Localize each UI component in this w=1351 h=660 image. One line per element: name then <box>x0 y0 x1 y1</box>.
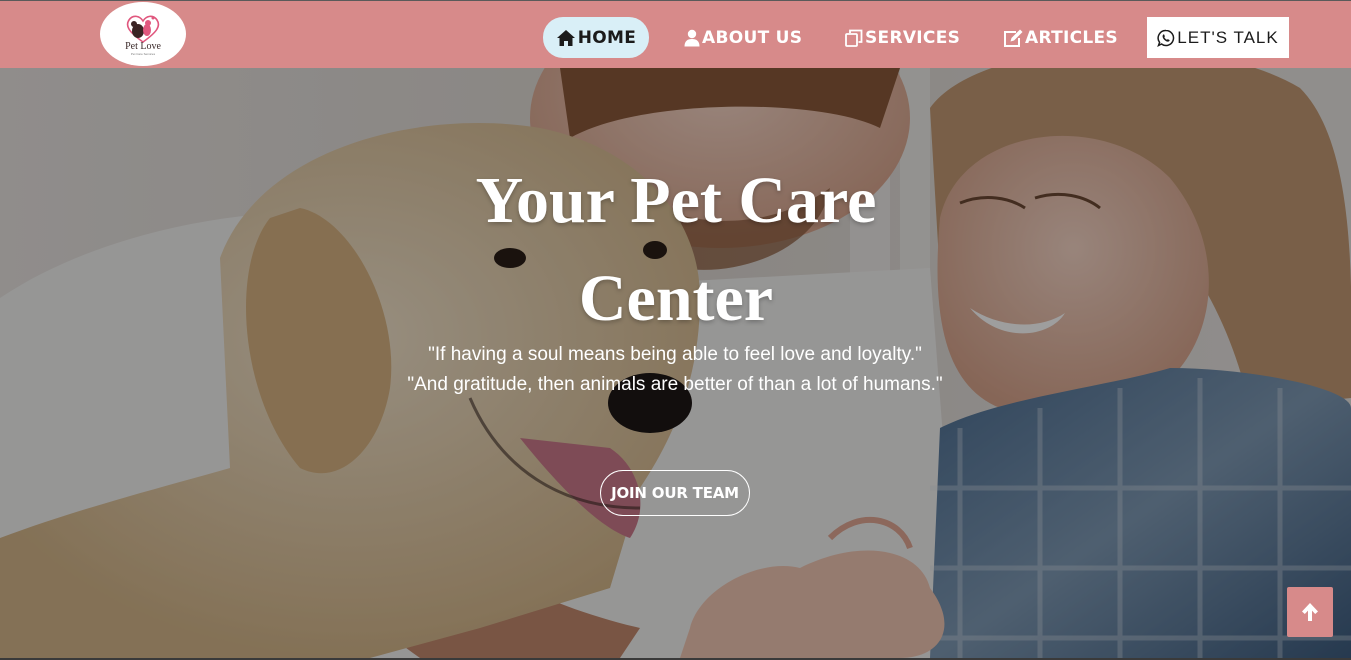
user-icon <box>684 29 700 46</box>
home-icon <box>556 29 575 46</box>
logo-tagline: Pet Care Services <box>130 52 156 56</box>
hero-quote-line-1: "If having a soul means being able to fe… <box>428 344 922 365</box>
lets-talk-label: LET'S TALK <box>1177 27 1279 47</box>
logo-text: Pet Love <box>125 41 161 52</box>
hero-title-line-2: Center <box>578 262 774 335</box>
hero-quote-line-2: "And gratitude, then animals are better … <box>407 374 943 395</box>
back-to-top-button[interactable] <box>1287 587 1333 637</box>
edit-icon <box>1004 29 1023 47</box>
brand-logo[interactable]: Pet Love Pet Care Services <box>100 2 186 66</box>
nav-services-label: SERVICES <box>865 27 961 48</box>
hero-title-line-1: Your Pet Care <box>475 164 877 237</box>
nav-about-label: ABOUT US <box>702 27 803 48</box>
nav-articles[interactable]: ARTICLES <box>1003 17 1118 58</box>
navbar: Pet Love Pet Care Services HOME ABOUT US… <box>0 0 1351 68</box>
arrow-up-icon <box>1302 603 1318 621</box>
pet-love-logo-icon <box>126 15 160 43</box>
nav-home-label: HOME <box>577 27 637 48</box>
join-our-team-button[interactable]: JOIN OUR TEAM <box>600 470 750 516</box>
nav-articles-label: ARTICLES <box>1025 27 1118 48</box>
hero-section: Your Pet Care Center "If having a soul m… <box>0 68 1351 658</box>
nav-about-us[interactable]: ABOUT US <box>684 17 802 58</box>
nav-home[interactable]: HOME <box>543 17 649 58</box>
copy-icon <box>845 29 863 47</box>
whatsapp-icon <box>1157 29 1175 47</box>
nav-services[interactable]: SERVICES <box>845 17 960 58</box>
hero-title: Your Pet Care Center <box>376 152 976 348</box>
lets-talk-button[interactable]: LET'S TALK <box>1147 17 1289 58</box>
